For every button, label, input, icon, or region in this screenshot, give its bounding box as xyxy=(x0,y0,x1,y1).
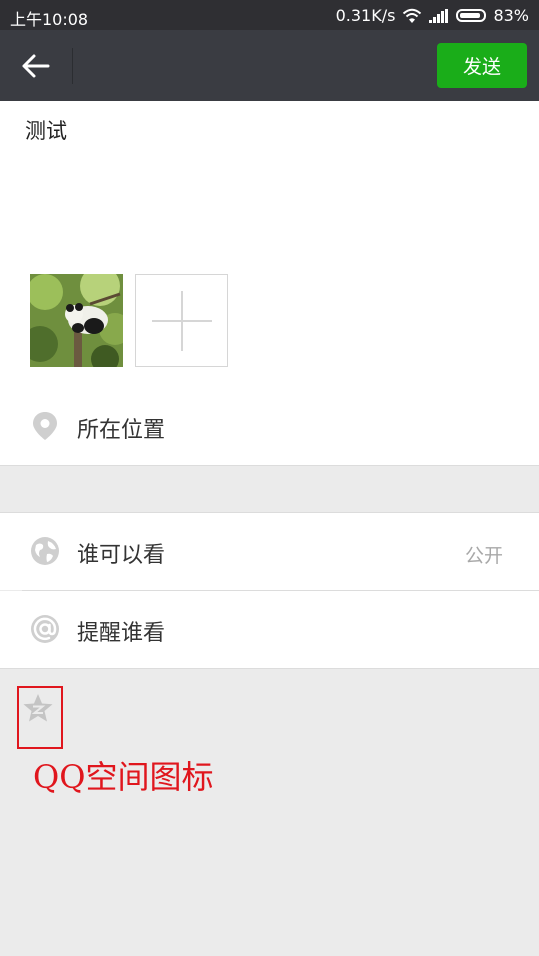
visibility-label: 谁可以看 xyxy=(77,543,166,568)
qzone-star-icon[interactable] xyxy=(22,692,54,724)
visibility-row[interactable]: 谁可以看 公开 xyxy=(0,513,539,590)
divider xyxy=(0,465,539,466)
location-label: 所在位置 xyxy=(77,418,166,443)
globe-icon xyxy=(31,537,59,565)
arrow-left-icon xyxy=(22,54,50,78)
remind-row[interactable]: 提醒谁看 xyxy=(0,591,539,668)
battery-percent: 83% xyxy=(493,6,529,25)
compose-area: 测试 所在位置 xyxy=(0,101,539,465)
location-row[interactable]: 所在位置 xyxy=(0,388,539,465)
divider xyxy=(0,668,539,669)
back-button[interactable] xyxy=(14,46,58,86)
battery-icon xyxy=(456,9,487,22)
remind-label: 提醒谁看 xyxy=(77,621,166,646)
status-bar: 上午10:08 0.31K/s 83% xyxy=(0,0,539,30)
status-time: 上午10:08 xyxy=(10,10,89,29)
panda-photo xyxy=(30,274,123,367)
photo-thumbnail[interactable] xyxy=(30,274,123,367)
location-pin-icon xyxy=(33,412,57,440)
signal-icon xyxy=(429,8,449,23)
visibility-value: 公开 xyxy=(464,545,503,567)
send-button[interactable]: 发送 xyxy=(437,43,527,88)
qzone-annotation: QQ空间图标 xyxy=(33,758,214,796)
add-photo-button[interactable] xyxy=(135,274,228,367)
wifi-icon xyxy=(403,8,422,23)
at-icon xyxy=(31,615,59,643)
post-text-input[interactable]: 测试 xyxy=(25,115,67,145)
status-indicators: 0.31K/s 83% xyxy=(336,6,529,25)
title-divider xyxy=(72,48,73,84)
title-bar: 发送 xyxy=(0,30,539,101)
network-speed: 0.31K/s xyxy=(335,6,396,25)
